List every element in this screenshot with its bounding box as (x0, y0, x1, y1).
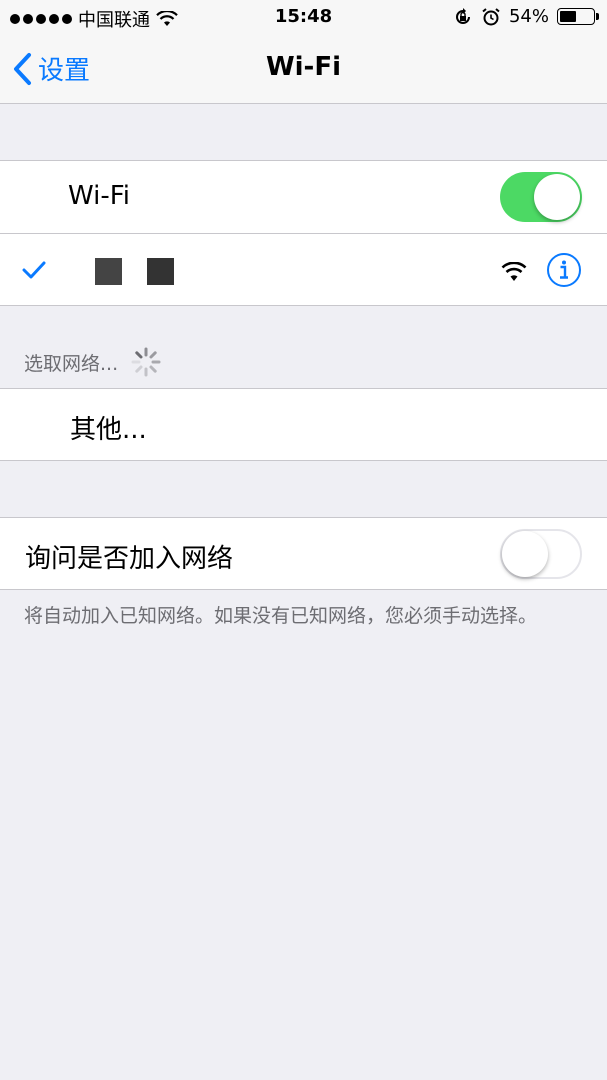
page-title: Wi-Fi (265, 52, 342, 82)
ask-to-join-toggle-knob (502, 531, 548, 577)
wifi-signal-icon (501, 262, 527, 281)
other-network-group: 其他... (0, 388, 607, 461)
other-network-row[interactable]: 其他... (0, 389, 607, 461)
ask-to-join-group: 询问是否加入网络 (0, 517, 607, 590)
wifi-toggle[interactable] (500, 172, 582, 222)
wifi-toggle-knob (534, 174, 580, 220)
choose-network-label: 选取网络... (24, 352, 119, 375)
checkmark-icon (22, 261, 46, 279)
battery-icon (557, 8, 599, 25)
ask-to-join-label: 询问是否加入网络 (25, 544, 234, 574)
info-icon[interactable] (546, 252, 582, 288)
choose-network-header: 选取网络... (24, 346, 162, 378)
loading-spinner-icon (131, 347, 161, 377)
wifi-toggle-row: Wi-Fi (0, 161, 607, 233)
rotation-lock-icon (456, 7, 470, 24)
ask-to-join-footer: 将自动加入已知网络。如果没有已知网络，您必须手动选择。 (24, 605, 538, 627)
ask-to-join-row: 询问是否加入网络 (0, 518, 607, 590)
other-network-label: 其他... (70, 415, 147, 445)
ask-to-join-toggle[interactable] (500, 529, 582, 579)
wifi-label: Wi-Fi (68, 181, 131, 211)
status-right: 54% (453, 6, 599, 27)
connected-network-row[interactable] (0, 234, 607, 306)
battery-level (560, 11, 576, 22)
alarm-icon (482, 7, 500, 25)
redacted-block (95, 258, 122, 285)
wifi-settings-group: Wi-Fi (0, 160, 607, 306)
redacted-block (147, 258, 174, 285)
status-bar: 中国联通 15:48 54% (0, 0, 607, 34)
battery-percent: 54% (508, 6, 549, 27)
navigation-bar: 设置 Wi-Fi (0, 34, 607, 104)
